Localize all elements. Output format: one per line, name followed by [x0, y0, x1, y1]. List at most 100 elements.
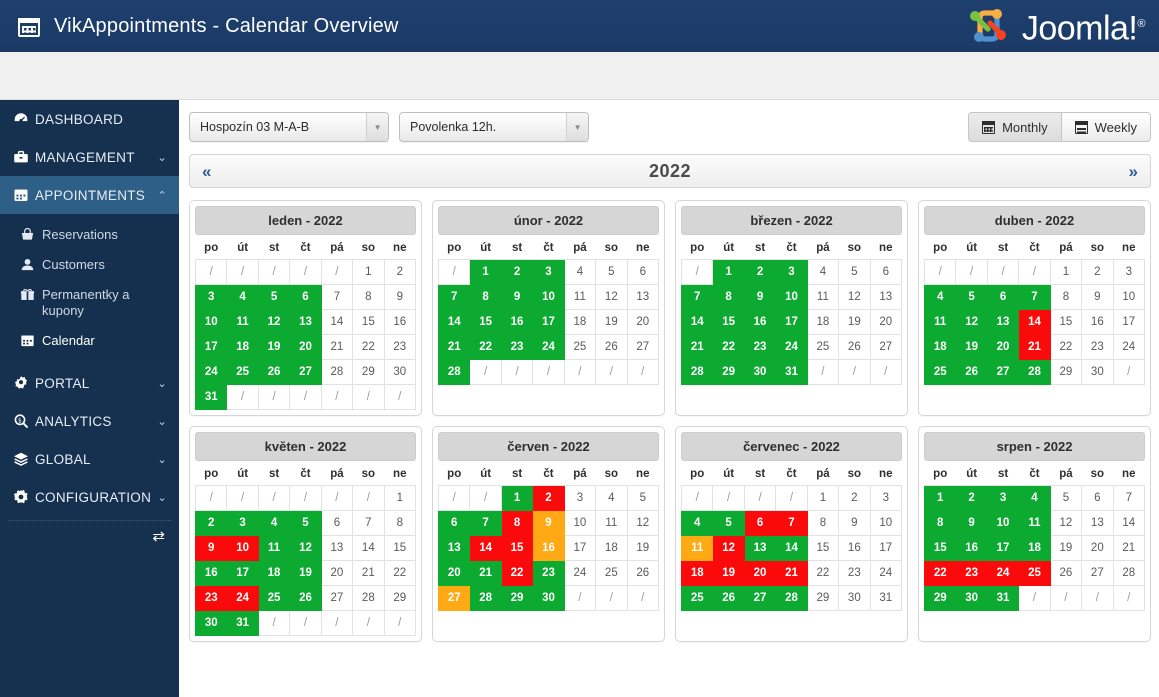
calendar-day-cell[interactable]: 20 — [289, 334, 322, 360]
calendar-day-cell[interactable]: 24 — [869, 560, 903, 586]
calendar-day-cell[interactable]: 28 — [437, 359, 471, 385]
calendar-day-cell[interactable]: 5 — [595, 259, 628, 285]
calendar-day-cell[interactable]: 31 — [986, 585, 1020, 611]
sidebar-item-global[interactable]: GLOBAL ⌄ — [0, 440, 179, 478]
calendar-day-cell[interactable]: 9 — [500, 284, 534, 310]
calendar-day-cell[interactable]: 4 — [257, 510, 291, 536]
calendar-day-cell[interactable]: 24 — [775, 334, 808, 360]
calendar-day-cell[interactable]: 26 — [838, 334, 871, 360]
calendar-day-cell[interactable]: 27 — [437, 585, 471, 611]
calendar-day-cell[interactable]: 21 — [1018, 334, 1051, 360]
calendar-day-cell[interactable]: 17 — [986, 535, 1020, 561]
calendar-day-cell[interactable]: 5 — [712, 510, 745, 536]
calendar-day-cell[interactable]: 13 — [289, 309, 322, 335]
calendar-day-cell[interactable]: 28 — [469, 585, 502, 611]
toggle-sidebar-icon[interactable]: ⇄ — [152, 527, 165, 545]
calendar-day-cell[interactable]: 18 — [680, 560, 714, 586]
calendar-day-cell[interactable]: 2 — [955, 485, 988, 511]
calendar-day-cell[interactable]: 15 — [923, 535, 957, 561]
calendar-day-cell[interactable]: 15 — [500, 535, 534, 561]
calendar-day-cell[interactable]: 14 — [352, 535, 385, 561]
calendar-day-cell[interactable]: 23 — [383, 334, 417, 360]
calendar-day-cell[interactable]: 16 — [743, 309, 777, 335]
calendar-day-cell[interactable]: 12 — [838, 284, 871, 310]
calendar-day-cell[interactable]: 4 — [1018, 485, 1051, 511]
calendar-day-cell[interactable]: 1 — [923, 485, 957, 511]
calendar-day-cell[interactable]: 23 — [194, 585, 228, 611]
calendar-day-cell[interactable]: 24 — [1112, 334, 1146, 360]
calendar-day-cell[interactable]: 6 — [320, 510, 354, 536]
calendar-day-cell[interactable]: 22 — [500, 560, 534, 586]
calendar-day-cell[interactable]: 16 — [532, 535, 565, 561]
calendar-day-cell[interactable]: 15 — [712, 309, 745, 335]
calendar-day-cell[interactable]: 18 — [806, 309, 840, 335]
calendar-day-cell[interactable]: 29 — [806, 585, 840, 611]
calendar-day-cell[interactable]: 17 — [563, 535, 597, 561]
calendar-day-cell[interactable]: 10 — [775, 284, 808, 310]
calendar-day-cell[interactable]: 6 — [986, 284, 1020, 310]
calendar-day-cell[interactable]: 17 — [1112, 309, 1146, 335]
calendar-day-cell[interactable]: 13 — [743, 535, 777, 561]
calendar-day-cell[interactable]: 7 — [680, 284, 714, 310]
calendar-day-cell[interactable]: 12 — [595, 284, 628, 310]
calendar-day-cell[interactable]: 28 — [1112, 560, 1146, 586]
calendar-day-cell[interactable]: 2 — [532, 485, 565, 511]
calendar-day-cell[interactable]: 6 — [1081, 485, 1114, 511]
sidebar-item-configuration[interactable]: CONFIGURATION ⌄ — [0, 478, 179, 516]
calendar-day-cell[interactable]: 5 — [955, 284, 988, 310]
calendar-day-cell[interactable]: 11 — [257, 535, 291, 561]
calendar-day-cell[interactable]: 19 — [257, 334, 291, 360]
calendar-day-cell[interactable]: 27 — [289, 359, 322, 385]
calendar-day-cell[interactable]: 9 — [194, 535, 228, 561]
calendar-day-cell[interactable]: 23 — [1081, 334, 1114, 360]
calendar-day-cell[interactable]: 29 — [923, 585, 957, 611]
calendar-day-cell[interactable]: 15 — [383, 535, 417, 561]
calendar-day-cell[interactable]: 17 — [532, 309, 565, 335]
calendar-day-cell[interactable]: 2 — [500, 259, 534, 285]
calendar-day-cell[interactable]: 14 — [775, 535, 808, 561]
calendar-day-cell[interactable]: 14 — [469, 535, 502, 561]
sidebar-item-dashboard[interactable]: DASHBOARD — [0, 100, 179, 138]
calendar-day-cell[interactable]: 28 — [320, 359, 354, 385]
calendar-day-cell[interactable]: 2 — [743, 259, 777, 285]
calendar-day-cell[interactable]: 3 — [226, 510, 259, 536]
calendar-day-cell[interactable]: 10 — [226, 535, 259, 561]
calendar-day-cell[interactable]: 7 — [352, 510, 385, 536]
calendar-day-cell[interactable]: 31 — [226, 610, 259, 636]
calendar-day-cell[interactable]: 12 — [626, 510, 660, 536]
calendar-day-cell[interactable]: 16 — [500, 309, 534, 335]
calendar-day-cell[interactable]: 26 — [257, 359, 291, 385]
calendar-day-cell[interactable]: 11 — [595, 510, 628, 536]
calendar-day-cell[interactable]: 9 — [838, 510, 871, 536]
calendar-day-cell[interactable]: 28 — [680, 359, 714, 385]
calendar-day-cell[interactable]: 5 — [257, 284, 291, 310]
calendar-day-cell[interactable]: 27 — [320, 585, 354, 611]
calendar-day-cell[interactable]: 21 — [352, 560, 385, 586]
calendar-day-cell[interactable]: 1 — [469, 259, 502, 285]
calendar-day-cell[interactable]: 25 — [226, 359, 259, 385]
calendar-day-cell[interactable]: 26 — [955, 359, 988, 385]
calendar-day-cell[interactable]: 14 — [320, 309, 354, 335]
calendar-day-cell[interactable]: 9 — [383, 284, 417, 310]
calendar-day-cell[interactable]: 4 — [680, 510, 714, 536]
calendar-day-cell[interactable]: 8 — [712, 284, 745, 310]
calendar-day-cell[interactable]: 29 — [352, 359, 385, 385]
calendar-day-cell[interactable]: 24 — [986, 560, 1020, 586]
calendar-day-cell[interactable]: 18 — [923, 334, 957, 360]
calendar-day-cell[interactable]: 2 — [194, 510, 228, 536]
calendar-day-cell[interactable]: 30 — [383, 359, 417, 385]
calendar-day-cell[interactable]: 23 — [532, 560, 565, 586]
calendar-day-cell[interactable]: 15 — [469, 309, 502, 335]
calendar-day-cell[interactable]: 3 — [532, 259, 565, 285]
resource-select[interactable]: Povolenka 12h. ▼ — [399, 112, 589, 142]
sidebar-item-calendar[interactable]: Calendar — [0, 326, 179, 356]
calendar-day-cell[interactable]: 1 — [383, 485, 417, 511]
calendar-day-cell[interactable]: 3 — [194, 284, 228, 310]
calendar-day-cell[interactable]: 6 — [289, 284, 322, 310]
calendar-day-cell[interactable]: 9 — [955, 510, 988, 536]
calendar-day-cell[interactable]: 25 — [563, 334, 597, 360]
calendar-day-cell[interactable]: 13 — [626, 284, 660, 310]
calendar-day-cell[interactable]: 8 — [1049, 284, 1083, 310]
calendar-day-cell[interactable]: 8 — [383, 510, 417, 536]
calendar-day-cell[interactable]: 20 — [320, 560, 354, 586]
